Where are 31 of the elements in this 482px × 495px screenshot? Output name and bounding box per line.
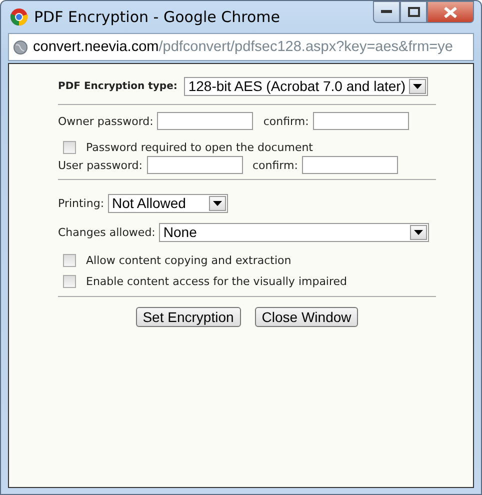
field-label: Owner password: <box>58 114 154 128</box>
dropdown[interactable]: Not Allowed <box>108 194 228 212</box>
input-field[interactable] <box>146 156 242 174</box>
checkbox[interactable] <box>63 275 76 288</box>
minimize-icon <box>381 10 392 14</box>
window-title: PDF Encryption - Google Chrome <box>34 8 281 26</box>
input-field[interactable] <box>312 112 409 130</box>
input-field[interactable] <box>302 156 398 174</box>
checkbox-label: Enable content access for the visually impaired <box>86 275 348 288</box>
close-button[interactable] <box>427 1 474 23</box>
form-button[interactable]: Set Encryption <box>136 307 241 327</box>
input-field[interactable] <box>157 112 254 130</box>
form-button[interactable]: Close Window <box>254 307 358 327</box>
field-label: confirm: <box>263 114 309 128</box>
field-label: PDF Encryption type: <box>58 80 178 92</box>
field-label: Changes allowed: <box>58 226 156 238</box>
maximize-icon <box>408 7 420 17</box>
dropdown[interactable]: 128-bit AES (Acrobat 7.0 and later) <box>184 76 428 96</box>
field-label: Printing: <box>58 196 104 210</box>
maximize-button[interactable] <box>400 1 427 23</box>
minimize-button[interactable] <box>373 1 400 23</box>
close-icon <box>444 6 457 18</box>
checkbox-label: Allow content copying and extraction <box>86 254 292 267</box>
field-label: confirm: <box>252 158 298 172</box>
checkbox[interactable] <box>63 140 76 154</box>
browser-logo-icon <box>10 8 28 26</box>
checkbox[interactable] <box>63 254 76 267</box>
checkbox-label: Password required to open the document <box>86 140 313 154</box>
field-label: User password: <box>58 158 142 172</box>
dropdown[interactable]: None <box>159 222 430 242</box>
globe-icon <box>13 40 28 54</box>
